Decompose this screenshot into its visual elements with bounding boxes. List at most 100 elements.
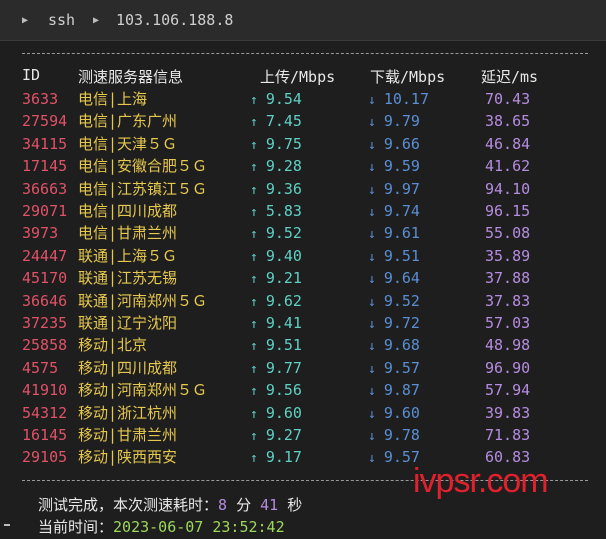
arrow-down-icon: ↓ <box>368 93 376 108</box>
title-bar: ▶ ssh ▶ 103.106.188.8 <box>0 0 606 41</box>
table-row: 36663 电信|江苏镇江５Ｇ ↑ 9.36 ↓ 9.97 94.10 <box>0 178 606 200</box>
minutes-unit: 分 <box>236 496 252 514</box>
server-id-value: 54312 <box>22 403 68 422</box>
latency: 96.15 <box>485 200 530 222</box>
server-id: 3633 <box>22 88 58 110</box>
latency-value: 39.83 <box>485 403 531 422</box>
upload-speed-value: 9.27 <box>265 426 302 444</box>
server-id: 27594 <box>22 110 67 132</box>
latency-value: 96.15 <box>485 202 531 220</box>
upload-speed: ↑ 9.28 <box>250 155 302 179</box>
arrow-up-icon: ↑ <box>250 272 258 288</box>
upload-speed-value: 9.56 <box>265 381 302 400</box>
breadcrumb-ssh[interactable]: ssh <box>48 11 75 29</box>
latency: 35.89 <box>485 245 530 267</box>
latency-value: 37.83 <box>485 291 531 310</box>
upload-speed-value: 9.62 <box>265 291 302 310</box>
arrow-up-icon: ↑ <box>250 429 258 444</box>
upload-speed: ↑ 5.83 <box>250 200 302 224</box>
upload-speed: ↑ 9.52 <box>250 222 302 246</box>
server-info-value: 电信|天津５Ｇ <box>78 134 178 153</box>
download-speed: ↓ 9.74 <box>368 200 420 224</box>
server-id-value: 3973 <box>22 224 59 243</box>
table-row: 3973 电信|甘肃兰州 ↑ 9.52 ↓ 9.61 55.08 <box>0 222 606 244</box>
download-speed-value: 9.72 <box>383 314 420 332</box>
arrow-up-icon: ↑ <box>250 93 258 108</box>
server-info: 电信|上海 <box>78 88 147 110</box>
server-id: 16145 <box>22 424 67 446</box>
server-id-value: 37235 <box>22 314 68 332</box>
upload-speed: ↑ 9.27 <box>250 424 302 448</box>
latency-value: 37.88 <box>485 269 531 288</box>
server-id-value: 34115 <box>22 134 68 153</box>
server-info: 电信|广东广州 <box>78 110 177 132</box>
server-info-value: 联通|河南郑州５Ｇ <box>78 291 208 310</box>
arrow-down-icon: ↓ <box>368 294 376 310</box>
server-id: 41910 <box>22 379 67 401</box>
table-row: 24447 联通|上海５Ｇ ↑ 9.40 ↓ 9.51 35.89 <box>0 245 606 267</box>
server-id: 45170 <box>22 267 67 289</box>
download-speed-value: 9.64 <box>383 269 420 288</box>
server-info: 联通|上海５Ｇ <box>78 245 177 267</box>
upload-speed-value: 9.77 <box>265 358 302 377</box>
arrow-up-icon: ↑ <box>250 294 258 310</box>
server-info-value: 移动|甘肃兰州 <box>78 426 178 444</box>
table-row: 4575 移动|四川成都 ↑ 9.77 ↓ 9.57 96.90 <box>0 357 606 379</box>
duration-seconds: 41 <box>260 496 279 514</box>
server-info-value: 电信|甘肃兰州 <box>78 224 178 243</box>
server-id-value: 3633 <box>22 90 59 108</box>
upload-speed-value: 5.83 <box>265 202 302 220</box>
upload-speed-value: 9.75 <box>265 134 302 153</box>
latency-value: 41.62 <box>485 157 531 176</box>
latency-value: 70.43 <box>485 90 531 108</box>
upload-speed-value: 9.54 <box>265 90 302 108</box>
server-info: 电信|甘肃兰州 <box>78 222 177 244</box>
latency-value: 38.65 <box>485 112 531 131</box>
server-info-value: 电信|安徽合肥５Ｇ <box>78 157 208 176</box>
download-speed-value: 9.61 <box>383 224 420 243</box>
upload-speed-value: 9.36 <box>265 179 302 198</box>
arrow-up-icon: ↑ <box>250 451 258 467</box>
download-speed: ↓ 9.97 <box>368 178 420 202</box>
latency: 46.84 <box>485 133 530 155</box>
upload-speed-value: 9.28 <box>265 157 302 176</box>
server-id-value: 4575 <box>22 358 59 377</box>
separator-line <box>22 53 588 54</box>
duration-minutes: 8 <box>218 496 228 514</box>
arrow-down-icon: ↓ <box>368 272 376 288</box>
download-speed: ↓ 10.17 <box>368 88 429 112</box>
table-row: 29071 电信|四川成都 ↑ 5.83 ↓ 9.74 96.15 <box>0 200 606 222</box>
arrow-up-icon: ↑ <box>250 249 258 265</box>
arrow-up-icon: ↑ <box>250 182 258 198</box>
download-speed: ↓ 9.79 <box>368 110 420 134</box>
arrow-up-icon: ↑ <box>250 339 258 355</box>
upload-speed: ↑ 9.17 <box>250 446 302 470</box>
download-speed-value: 9.78 <box>383 426 420 444</box>
server-id-value: 45170 <box>22 269 68 288</box>
latency-value: 57.03 <box>485 314 531 332</box>
header-download: 下载/Mbps <box>370 68 446 86</box>
server-id: 29105 <box>22 446 67 468</box>
server-id: 36646 <box>22 290 67 312</box>
chevron-right-icon: ▶ <box>22 15 29 26</box>
server-info-value: 电信|四川成都 <box>78 202 178 220</box>
server-info: 电信|江苏镇江５Ｇ <box>78 178 207 200</box>
arrow-down-icon: ↓ <box>368 451 376 467</box>
table-row: 34115 电信|天津５Ｇ ↑ 9.75 ↓ 9.66 46.84 <box>0 133 606 155</box>
download-speed-value: 9.87 <box>383 381 420 400</box>
server-id: 54312 <box>22 402 67 424</box>
latency-value: 57.94 <box>485 381 531 400</box>
latency: 38.65 <box>485 110 530 132</box>
server-info: 移动|陕西西安 <box>78 446 177 468</box>
arrow-down-icon: ↓ <box>368 406 376 422</box>
server-id-value: 36646 <box>22 291 68 310</box>
upload-speed: ↑ 9.51 <box>250 334 302 358</box>
download-speed: ↓ 9.61 <box>368 222 420 246</box>
latency: 71.83 <box>485 424 530 446</box>
breadcrumb-host[interactable]: 103.106.188.8 <box>116 11 233 29</box>
server-id: 34115 <box>22 133 67 155</box>
latency-value: 71.83 <box>485 426 531 444</box>
server-id: 25858 <box>22 334 67 356</box>
latency: 37.83 <box>485 290 530 312</box>
download-speed: ↓ 9.59 <box>368 155 420 179</box>
